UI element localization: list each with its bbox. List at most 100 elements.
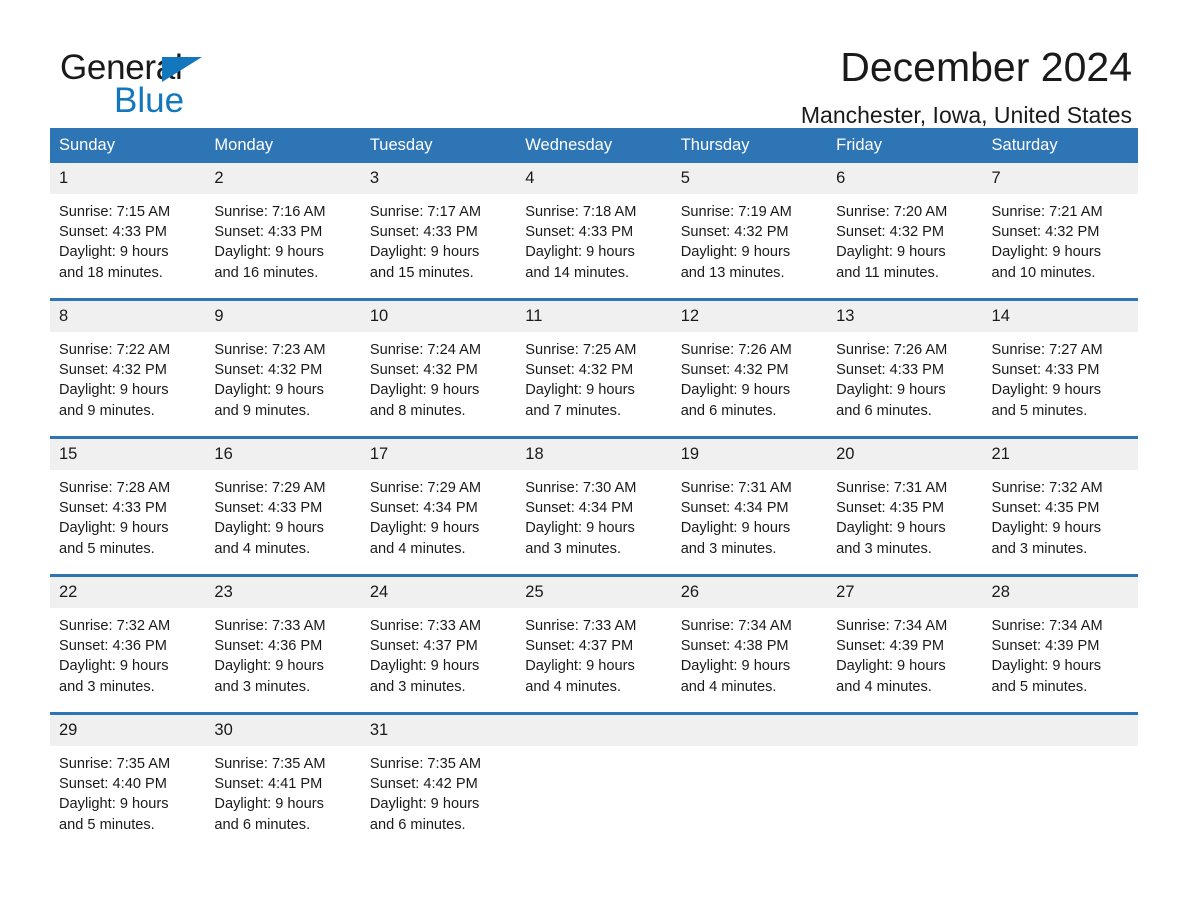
day-cell-inner: 24 Sunrise: 7:33 AM Sunset: 4:37 PM Dayligh… (360, 577, 517, 704)
calendar-day-cell[interactable]: 10 Sunrise: 7:24 AM Sunset: 4:32 PM Dayligh… (360, 298, 517, 428)
sunset-time: Sunset: 4:33 PM (525, 224, 634, 241)
calendar-day-cell[interactable]: 19 Sunrise: 7:31 AM Sunset: 4:34 PM Dayligh… (671, 436, 828, 566)
sunrise-time: Sunrise: 7:32 AM (991, 480, 1103, 496)
sunset-time: Sunset: 4:34 PM (525, 500, 634, 517)
day-number: 17 (360, 439, 517, 470)
day-cell-inner: 26 Sunrise: 7:34 AM Sunset: 4:38 PM Dayligh… (671, 577, 828, 704)
sunrise-time: Sunrise: 7:24 AM (369, 342, 481, 358)
logo-text-blue: Blue (114, 81, 185, 120)
calendar-day-cell[interactable]: 18 Sunrise: 7:30 AM Sunset: 4:34 PM Dayligh… (516, 436, 672, 566)
sunrise-time: Sunrise: 7:27 AM (991, 342, 1103, 358)
daylight-duration-line2: and 3 minutes. (680, 540, 777, 557)
daylight-duration-line1: Daylight: 9 hours (680, 658, 791, 675)
daylight-duration-line1: Daylight: 9 hours (991, 520, 1102, 537)
location-subtitle: Manchester, Iowa, United States (800, 102, 1132, 128)
daylight-duration-line1: Daylight: 9 hours (836, 244, 946, 261)
day-cell-inner: 31 Sunrise: 7:35 AM Sunset: 4:42 PM Dayligh… (360, 715, 517, 842)
day-cell-inner: 1 Sunrise: 7:15 AM Sunset: 4:33 PM Daylight… (50, 163, 206, 290)
day-cell-inner: 9 Sunrise: 7:23 AM Sunset: 4:32 PM Daylight… (205, 301, 361, 428)
calendar-day-cell[interactable]: 21 Sunrise: 7:32 AM Sunset: 4:35 PM Dayligh… (982, 436, 1138, 566)
calendar-day-cell[interactable]: 22 Sunrise: 7:32 AM Sunset: 4:36 PM Dayligh… (50, 574, 206, 704)
calendar-day-cell-empty (516, 712, 672, 842)
sunrise-time: Sunrise: 7:34 AM (991, 618, 1103, 634)
calendar-day-cell[interactable]: 17 Sunrise: 7:29 AM Sunset: 4:34 PM Dayligh… (360, 436, 517, 566)
daylight-duration-line2: and 11 minutes. (836, 264, 939, 281)
calendar-day-cell[interactable]: 4 Sunrise: 7:18 AM Sunset: 4:33 PM Daylight… (516, 163, 672, 290)
day-details: Sunrise: 7:26 AM Sunset: 4:32 PM Daylight:… (672, 332, 827, 421)
calendar-day-cell[interactable]: 7 Sunrise: 7:21 AM Sunset: 4:32 PM Daylight… (982, 163, 1138, 290)
week-spacer (50, 566, 1138, 576)
calendar-day-cell[interactable]: 8 Sunrise: 7:22 AM Sunset: 4:32 PM Daylight… (50, 298, 206, 428)
daylight-duration-line1: Daylight: 9 hours (369, 244, 480, 261)
day-cell-inner: 10 Sunrise: 7:24 AM Sunset: 4:32 PM Dayligh… (360, 301, 517, 428)
calendar-day-cell[interactable]: 11 Sunrise: 7:25 AM Sunset: 4:32 PM Dayligh… (516, 298, 672, 428)
day-cell-inner: 21 Sunrise: 7:32 AM Sunset: 4:35 PM Dayligh… (982, 439, 1138, 566)
daylight-duration-line1: Daylight: 9 hours (214, 382, 324, 399)
calendar-day-cell[interactable]: 28 Sunrise: 7:34 AM Sunset: 4:39 PM Dayligh… (982, 574, 1138, 704)
triangle-logo-icon (162, 57, 202, 82)
daylight-duration-line1: Daylight: 9 hours (525, 520, 635, 537)
calendar-day-cell[interactable]: 26 Sunrise: 7:34 AM Sunset: 4:38 PM Dayligh… (671, 574, 828, 704)
title-block: December 2024 Manchester, Iowa, United S… (801, 42, 1132, 130)
day-number: 31 (360, 715, 517, 746)
calendar-day-cell[interactable]: 14 Sunrise: 7:27 AM Sunset: 4:33 PM Dayligh… (982, 298, 1138, 428)
daylight-duration-line1: Daylight: 9 hours (525, 658, 635, 675)
calendar-day-cell[interactable]: 27 Sunrise: 7:34 AM Sunset: 4:39 PM Dayligh… (827, 574, 983, 704)
calendar-day-cell[interactable]: 6 Sunrise: 7:20 AM Sunset: 4:32 PM Daylight… (827, 163, 983, 290)
calendar-day-cell[interactable]: 15 Sunrise: 7:28 AM Sunset: 4:33 PM Dayligh… (50, 436, 206, 566)
calendar-day-cell[interactable]: 25 Sunrise: 7:33 AM Sunset: 4:37 PM Dayligh… (516, 574, 672, 704)
calendar-day-cell[interactable]: 1 Sunrise: 7:15 AM Sunset: 4:33 PM Daylight… (50, 163, 206, 290)
sunset-time: Sunset: 4:33 PM (214, 224, 323, 241)
day-details: Sunrise: 7:29 AM Sunset: 4:34 PM Daylight:… (361, 470, 516, 559)
sunrise-time: Sunrise: 7:26 AM (836, 342, 948, 358)
sunset-time: Sunset: 4:42 PM (369, 776, 478, 793)
day-number (671, 715, 828, 746)
day-cell-inner: 17 Sunrise: 7:29 AM Sunset: 4:34 PM Dayligh… (360, 439, 517, 566)
day-cell-inner (671, 715, 828, 842)
general-blue-logo[interactable]: General Blue (60, 48, 320, 120)
calendar-day-cell[interactable]: 12 Sunrise: 7:26 AM Sunset: 4:32 PM Dayligh… (671, 298, 828, 428)
sunrise-time: Sunrise: 7:33 AM (525, 618, 637, 634)
calendar-day-cell[interactable]: 9 Sunrise: 7:23 AM Sunset: 4:32 PM Daylight… (205, 298, 361, 428)
sunset-time: Sunset: 4:32 PM (214, 362, 323, 379)
calendar-day-cell[interactable]: 16 Sunrise: 7:29 AM Sunset: 4:33 PM Dayligh… (205, 436, 361, 566)
daylight-duration-line2: and 6 minutes. (680, 402, 777, 419)
daylight-duration-line1: Daylight: 9 hours (369, 382, 480, 399)
day-details: Sunrise: 7:34 AM Sunset: 4:38 PM Daylight:… (672, 608, 827, 697)
daylight-duration-line2: and 3 minutes. (59, 678, 155, 695)
calendar-day-cell[interactable]: 20 Sunrise: 7:31 AM Sunset: 4:35 PM Dayligh… (827, 436, 983, 566)
day-number: 28 (982, 577, 1138, 608)
day-number: 10 (360, 301, 517, 332)
calendar-day-cell[interactable]: 31 Sunrise: 7:35 AM Sunset: 4:42 PM Dayligh… (360, 712, 517, 842)
day-details: Sunrise: 7:35 AM Sunset: 4:40 PM Daylight:… (50, 746, 205, 835)
calendar-day-cell[interactable]: 30 Sunrise: 7:35 AM Sunset: 4:41 PM Dayligh… (205, 712, 361, 842)
sunrise-time: Sunrise: 7:29 AM (369, 480, 481, 496)
calendar-day-cell[interactable]: 2 Sunrise: 7:16 AM Sunset: 4:33 PM Daylight… (205, 163, 361, 290)
sunrise-time: Sunrise: 7:32 AM (59, 618, 171, 634)
daylight-duration-line2: and 4 minutes. (369, 540, 466, 557)
sunset-time: Sunset: 4:33 PM (991, 362, 1100, 379)
calendar-day-cell[interactable]: 24 Sunrise: 7:33 AM Sunset: 4:37 PM Dayligh… (360, 574, 517, 704)
daylight-duration-line2: and 15 minutes. (369, 264, 474, 281)
calendar-day-cell[interactable]: 29 Sunrise: 7:35 AM Sunset: 4:40 PM Dayligh… (50, 712, 206, 842)
daylight-duration-line1: Daylight: 9 hours (680, 520, 791, 537)
day-number: 26 (671, 577, 828, 608)
daylight-duration-line1: Daylight: 9 hours (59, 658, 169, 675)
day-number: 24 (360, 577, 517, 608)
day-cell-inner: 3 Sunrise: 7:17 AM Sunset: 4:33 PM Daylight… (360, 163, 517, 290)
calendar-day-cell[interactable]: 13 Sunrise: 7:26 AM Sunset: 4:33 PM Dayligh… (827, 298, 983, 428)
calendar-week-row: 29 Sunrise: 7:35 AM Sunset: 4:40 PM Dayligh… (50, 712, 1138, 842)
day-number: 22 (50, 577, 206, 608)
calendar-day-cell[interactable]: 5 Sunrise: 7:19 AM Sunset: 4:32 PM Daylight… (671, 163, 828, 290)
day-details: Sunrise: 7:26 AM Sunset: 4:33 PM Daylight:… (827, 332, 982, 421)
sunset-time: Sunset: 4:32 PM (680, 362, 789, 379)
calendar-week-row: 8 Sunrise: 7:22 AM Sunset: 4:32 PM Daylight… (50, 298, 1138, 428)
calendar-day-cell[interactable]: 3 Sunrise: 7:17 AM Sunset: 4:33 PM Daylight… (360, 163, 517, 290)
day-cell-inner: 12 Sunrise: 7:26 AM Sunset: 4:32 PM Dayligh… (671, 301, 828, 428)
day-number: 23 (205, 577, 361, 608)
sunset-time: Sunset: 4:32 PM (991, 224, 1100, 241)
calendar-day-cell[interactable]: 23 Sunrise: 7:33 AM Sunset: 4:36 PM Dayligh… (205, 574, 361, 704)
sunrise-time: Sunrise: 7:29 AM (214, 480, 326, 496)
sunset-time: Sunset: 4:34 PM (680, 500, 789, 517)
daylight-duration-line2: and 6 minutes. (369, 816, 466, 833)
